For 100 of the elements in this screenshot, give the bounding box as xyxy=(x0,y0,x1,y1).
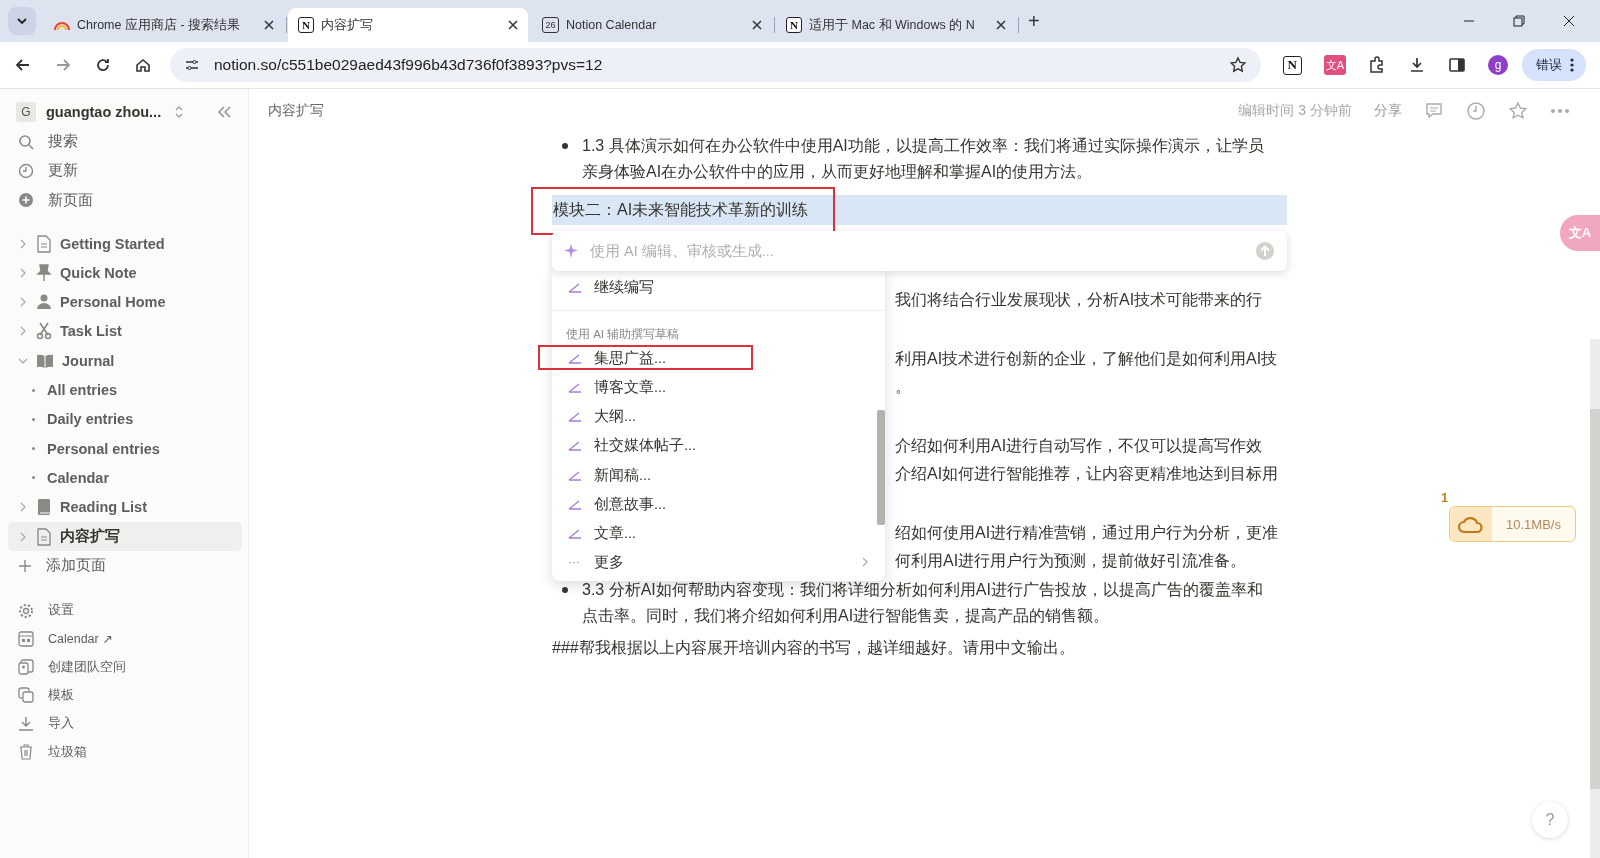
chevron-right-icon[interactable] xyxy=(18,297,28,308)
clock-icon xyxy=(18,162,34,179)
text-fragment: 利用AI技术进行创新的企业，了解他们是如何利用AI技 xyxy=(895,349,1278,367)
browser-tab[interactable]: 26 Notion Calendar xyxy=(532,8,772,42)
menu-item[interactable]: 大纲... xyxy=(552,401,885,431)
page-item[interactable]: All entries xyxy=(8,375,242,405)
scrollbar-thumb[interactable] xyxy=(1590,409,1600,789)
text-fragment: 我们将结合行业发展现状，分析AI技术可能带来的行 xyxy=(895,291,1263,308)
sidebar-item[interactable]: 更新 xyxy=(8,156,242,186)
team-icon xyxy=(18,659,34,676)
sidebar-item[interactable]: 创建团队空间 xyxy=(8,653,242,682)
page-item[interactable]: Journal xyxy=(8,346,242,376)
chevron-right-icon[interactable] xyxy=(18,502,28,513)
sidebar-item[interactable]: 模板 xyxy=(8,681,242,710)
page-item[interactable]: Personal entries xyxy=(8,433,242,464)
reload-icon[interactable] xyxy=(94,56,112,74)
menu-item[interactable]: 博客文章... xyxy=(552,372,885,402)
browser-tab[interactable]: N 内容扩写 xyxy=(288,8,528,42)
address-bar[interactable]: notion.so/c551be029aed43f996b43d736f0f3893?pvs=12 xyxy=(170,48,1261,82)
translate-extension-icon[interactable]: 文A xyxy=(1323,55,1346,75)
workspace-name[interactable]: guangtao zhou... xyxy=(46,104,164,120)
sidebar-item[interactable]: Calendar ↗ xyxy=(8,624,242,654)
close-icon[interactable] xyxy=(996,20,1006,30)
page-item[interactable]: Calendar xyxy=(8,463,242,493)
text-fragment: 何利用AI进行用户行为预测，提前做好引流准备。 xyxy=(895,552,1247,569)
bullet-icon xyxy=(562,143,568,149)
breadcrumb[interactable]: 内容扩写 xyxy=(268,102,324,120)
chevron-right-icon[interactable] xyxy=(18,326,28,337)
download-icon[interactable] xyxy=(1408,56,1426,74)
person-icon xyxy=(36,293,52,312)
menu-item[interactable]: ··· 更多 xyxy=(552,547,885,577)
sidebar-item[interactable]: 新页面 xyxy=(8,185,242,215)
page-item[interactable]: Quick Note xyxy=(8,258,242,288)
home-icon[interactable] xyxy=(134,56,152,74)
text-fragment: 介绍AI如何进行智能推荐，让内容更精准地达到目标用 xyxy=(895,465,1279,482)
browser-tab[interactable]: N 适用于 Mac 和 Windows 的 N xyxy=(776,8,1016,42)
close-icon[interactable] xyxy=(752,20,762,30)
scrollbar-thumb[interactable] xyxy=(877,409,885,525)
page-item[interactable]: Reading List xyxy=(8,492,242,522)
more-icon: ··· xyxy=(568,549,582,576)
close-icon[interactable] xyxy=(508,20,518,30)
side-panel-icon[interactable] xyxy=(1448,56,1466,74)
tab-search-button[interactable] xyxy=(8,7,36,35)
sidebar-item[interactable]: 垃圾箱 xyxy=(8,737,242,767)
menu-item[interactable]: 社交媒体帖子... xyxy=(552,430,885,460)
menu-item[interactable]: 新闻稿... xyxy=(552,459,885,490)
tab-title: Notion Calendar xyxy=(566,18,657,32)
plus-icon xyxy=(18,558,32,573)
cloud-icon xyxy=(1458,514,1484,534)
comment-icon[interactable] xyxy=(1424,101,1444,121)
profile-avatar[interactable]: g xyxy=(1488,55,1508,75)
restore-icon[interactable] xyxy=(1513,15,1525,27)
trash-icon xyxy=(18,744,34,761)
page-item[interactable]: 内容扩写 xyxy=(8,521,242,552)
chevron-right-icon[interactable] xyxy=(18,531,28,542)
clock-icon[interactable] xyxy=(1466,101,1486,121)
star-icon[interactable] xyxy=(1508,101,1528,121)
tab-title: 适用于 Mac 和 Windows 的 N xyxy=(809,16,975,34)
edited-time: 编辑时间 3 分钟前 xyxy=(1238,102,1352,120)
error-button[interactable]: 错误 xyxy=(1522,49,1586,81)
ai-prompt-field[interactable]: 使用 AI 编辑、审核或生成... xyxy=(588,242,1247,260)
site-settings-icon[interactable] xyxy=(184,57,200,73)
text-fragment: 介绍如何利用AI进行自动写作，不仅可以提高写作效 xyxy=(895,436,1263,454)
switch-icon[interactable] xyxy=(174,105,184,119)
sidebar-item[interactable]: 导入 xyxy=(8,709,242,738)
add-page-item[interactable]: 添加页面 xyxy=(8,551,242,581)
tab-title: 内容扩写 xyxy=(321,16,373,34)
calendar-icon: 26 xyxy=(542,17,559,33)
page-item[interactable]: Task List xyxy=(8,316,242,347)
page-item[interactable]: Getting Started xyxy=(8,228,242,259)
puzzle-icon[interactable] xyxy=(1368,56,1386,74)
notion-logo-icon: N xyxy=(786,17,802,33)
notion-logo-icon: N xyxy=(298,17,314,33)
chevron-right-icon[interactable] xyxy=(18,238,28,249)
more-icon[interactable] xyxy=(1550,108,1570,114)
page-item[interactable]: Daily entries xyxy=(8,404,242,434)
selected-heading: 模块二：AI未来智能技术革新的训练 xyxy=(552,195,1287,225)
menu-section-title: 使用 AI 辅助撰写草稿 xyxy=(565,327,681,343)
template-icon xyxy=(18,687,34,704)
menu-item[interactable]: 集思广益... xyxy=(536,343,755,373)
pin-icon xyxy=(36,263,52,282)
new-tab-button[interactable]: + xyxy=(1020,9,1048,33)
star-icon[interactable] xyxy=(1228,56,1247,74)
page-item[interactable]: Personal Home xyxy=(8,287,242,317)
submit-icon[interactable] xyxy=(1255,241,1275,261)
workspace-avatar: G xyxy=(16,102,36,122)
collapse-sidebar-icon[interactable] xyxy=(216,105,232,119)
close-icon[interactable] xyxy=(1563,15,1575,27)
book-icon xyxy=(36,498,52,517)
menu-item[interactable]: 继续编写 xyxy=(552,272,885,302)
close-icon[interactable] xyxy=(264,20,274,30)
sidebar-item[interactable]: 设置 xyxy=(8,596,242,625)
menu-item[interactable]: 创意故事... xyxy=(552,489,885,519)
bullet-text: 1.3 具体演示如何在办公软件中使用AI功能，以提高工作效率：我们将通过实际操作演示，让学员亲身体验AI在办公软件中的应用，从而更好地理解和掌握AI的使用方法。 xyxy=(582,136,1265,182)
chevron-right-icon[interactable] xyxy=(18,267,28,278)
sidebar-item[interactable]: 搜索 xyxy=(8,127,242,157)
browser-tab[interactable]: Chrome 应用商店 - 搜索结果 xyxy=(44,8,284,42)
settings-icon xyxy=(18,602,34,619)
menu-item[interactable]: 文章... xyxy=(552,518,885,548)
notion-extension-icon[interactable]: N xyxy=(1282,55,1302,75)
